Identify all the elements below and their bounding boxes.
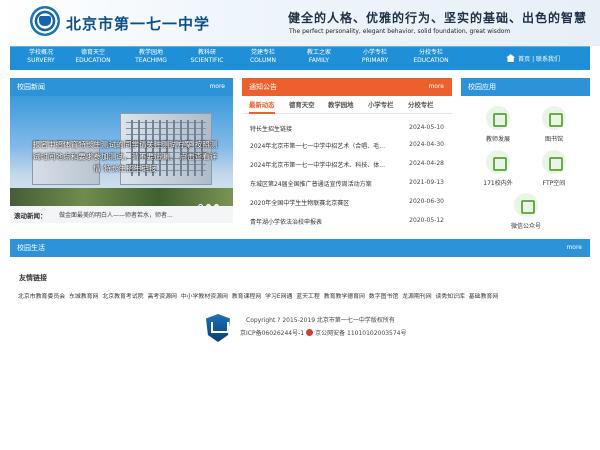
chat-icon — [486, 150, 510, 174]
app-ftp-space[interactable]: FTP空间 — [526, 150, 582, 187]
notice-more-link[interactable]: more — [428, 78, 444, 96]
campus-apps-panel: 校园应用 教师发展 图书馆 171校内外 FTP空间 微信公众号 — [461, 78, 590, 230]
notice-tabs: 最新动态 德育天空 教学园地 小学专栏 分校专栏 — [242, 96, 452, 114]
friendly-link[interactable]: 东城教育网 — [69, 294, 98, 300]
government-badge-icon[interactable] — [206, 314, 230, 342]
app-171-internal-external[interactable]: 171校内外 — [470, 150, 526, 187]
friendly-link[interactable]: 基础教育网 — [469, 294, 498, 300]
nav-item-branch-education[interactable]: 分校专栏 EDUCATION — [404, 49, 458, 65]
site-footer: Copyright ? 2015-2019 北京市第一七一中学版权所有 京ICP… — [0, 306, 600, 450]
nav-item-education[interactable]: 德育天空 EDUCATION — [66, 49, 120, 65]
tab-teaching[interactable]: 教学园地 — [328, 100, 354, 109]
friendly-link[interactable]: 教育课程网 — [232, 294, 261, 300]
friendly-link[interactable]: 蓝天工程 — [296, 294, 320, 300]
notice-row[interactable]: 2024年北京市第一七一中学中招艺术、科技、体... 2024-04-28 — [250, 160, 444, 172]
tab-branch[interactable]: 分校专栏 — [408, 100, 434, 109]
slide-dot[interactable] — [206, 204, 211, 206]
friendly-link[interactable]: 北京教育考试院 — [102, 294, 143, 300]
school-motto: 健全的人格、优雅的行为、坚实的基础、出色的智慧 — [288, 11, 588, 25]
wechat-user-icon — [514, 193, 538, 217]
home-contact-links[interactable]: 首页 | 联系我们 — [506, 54, 560, 63]
app-wechat-account[interactable]: 微信公众号 — [498, 193, 554, 230]
public-security-icon — [306, 329, 314, 336]
scrolling-news-item[interactable]: 做金面最美的明白人——师者若水，师者... — [59, 210, 173, 219]
school-motto-english: The perfect personality, elegant behavio… — [289, 28, 511, 35]
friendly-link[interactable]: 北京市教育委员会 — [18, 294, 65, 300]
notice-panel: 通知公告 more 最新动态 德育天空 教学园地 小学专栏 分校专栏 特长生招生链… — [242, 78, 452, 226]
site-header: 北京市第一七一中学 健全的人格、优雅的行为、坚实的基础、出色的智慧 The pe… — [0, 0, 600, 46]
campus-news-more-link[interactable]: more — [209, 78, 225, 96]
app-teacher-development[interactable]: 教师发展 — [470, 106, 526, 143]
notice-row[interactable]: 青年湖小学依法治校申报表 2020-05-12 — [250, 217, 444, 229]
school-name: 北京市第一七一中学 — [66, 15, 211, 33]
app-library[interactable]: 图书馆 — [526, 106, 582, 143]
notice-row[interactable]: 2020年全国中学生生物联赛北京赛区 2020-06-30 — [250, 198, 444, 210]
campus-news-title-bar: 校园新闻 more — [10, 78, 233, 96]
friendly-link[interactable]: 读秀知识库 — [435, 294, 464, 300]
tab-moral-education[interactable]: 德育天空 — [289, 100, 315, 109]
campus-news-panel: 校园新闻 more 报名中招体育特长生测试的同学请关注测试方案 按照测试时间地点和… — [10, 78, 233, 223]
notice-row[interactable]: 东城区第24届全国推广普通话宣传周活动方案 2021-09-13 — [250, 179, 444, 191]
teacher-development-icon — [486, 106, 510, 130]
tab-primary[interactable]: 小学专栏 — [368, 100, 394, 109]
friendly-link[interactable]: 中小学教材资源网 — [181, 294, 228, 300]
friendly-links-section: 友情链接 北京市教育委员会 东城教育网 北京教育考试院 高考资源网 中小学教材资… — [10, 267, 590, 305]
campus-news-slideshow[interactable]: 报名中招体育特长生测试的同学请关注测试方案 按照测试时间地点和要求参加测试，请不… — [10, 96, 233, 206]
campus-life-title-bar: 校园生活 more — [10, 239, 590, 257]
home-icon — [506, 54, 516, 62]
friendly-link[interactable]: 龙源期刊网 — [402, 294, 431, 300]
campus-life-more-link[interactable]: more — [566, 239, 582, 257]
nav-item-column[interactable]: 党建专栏 COLUMN — [236, 49, 290, 65]
nav-item-teaching[interactable]: 教学园地 TEACHIMG — [124, 49, 178, 65]
friendly-link[interactable]: 教育教学德育网 — [324, 294, 365, 300]
slide-dot-active[interactable] — [198, 204, 203, 206]
notice-title-bar: 通知公告 more — [242, 78, 452, 96]
main-navigation: 学校概况 SURVERY 德育天空 EDUCATION 教学园地 TEACHIMG 教… — [10, 46, 590, 70]
scrolling-news-label: 滚动新闻： — [14, 212, 47, 220]
slideshow-dots[interactable] — [195, 203, 219, 206]
tab-latest[interactable]: 最新动态 — [249, 100, 275, 114]
nav-item-scientific[interactable]: 教科研 SCIENTIFIC — [180, 49, 234, 65]
ftp-icon — [542, 150, 566, 174]
friendly-links-list: 北京市教育委员会 东城教育网 北京教育考试院 高考资源网 中小学教材资源网 教育… — [18, 291, 498, 300]
friendly-links-title: 友情链接 — [19, 274, 47, 282]
friendly-link[interactable]: 高考资源网 — [147, 294, 176, 300]
registration-text: 京ICP备06026244号-1 京公网安备 11010102003574号 — [240, 329, 407, 337]
school-logo[interactable] — [30, 6, 60, 36]
campus-life-panel: 校园生活 more — [10, 239, 590, 257]
nav-item-survey[interactable]: 学校概况 SURVERY — [14, 49, 68, 65]
campus-apps-title-bar: 校园应用 — [461, 78, 590, 96]
library-icon — [542, 106, 566, 130]
copyright-text: Copyright ? 2015-2019 北京市第一七一中学版权所有 — [246, 317, 395, 324]
slide-dot[interactable] — [214, 204, 219, 206]
friendly-link[interactable]: 学习E网通 — [265, 294, 292, 300]
slideshow-caption[interactable]: 报名中招体育特长生测试的同学请关注测试方案 按照测试时间地点和要求参加测试，请不… — [30, 139, 220, 175]
nav-item-family[interactable]: 教工之家 FAMILY — [292, 49, 346, 65]
friendly-link[interactable]: 数字图书馆 — [369, 294, 398, 300]
notice-row[interactable]: 2024年北京市第一七一中学中招艺术（合唱、毛... 2024-04-30 — [250, 141, 444, 153]
notice-row[interactable]: 特长生招生链接 2024-05-10 — [250, 124, 444, 136]
nav-item-primary[interactable]: 小学专栏 PRIMARY — [348, 49, 402, 65]
